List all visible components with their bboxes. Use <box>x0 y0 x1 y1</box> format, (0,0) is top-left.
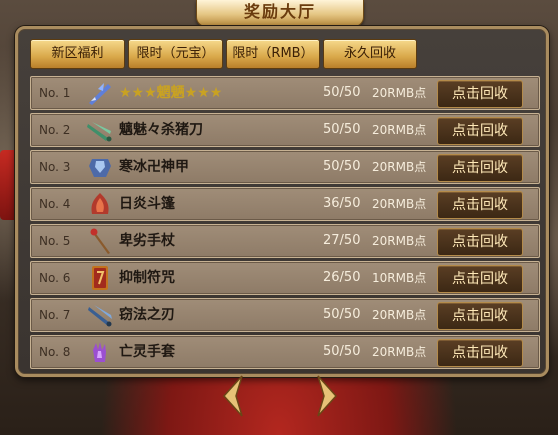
claim-recycle-button[interactable]: 点击回收 <box>437 339 523 367</box>
purple-glove-icon <box>93 342 106 362</box>
reward-amount: 20RMB点 <box>372 308 427 322</box>
row-number: No. 2 <box>39 123 71 137</box>
list-item: No. 3 寒冰卍神甲 50/50 20RMB点 点击回收 <box>30 150 540 184</box>
row-number: No. 3 <box>39 160 71 174</box>
ice-armor-icon <box>89 159 111 177</box>
claim-recycle-button[interactable]: 点击回收 <box>437 191 523 219</box>
claim-recycle-button[interactable]: 点击回收 <box>437 265 523 293</box>
item-name: 亡灵手套 <box>119 344 175 360</box>
reward-amount: 20RMB点 <box>372 234 427 248</box>
item-name: 魑魅々杀猪刀 <box>119 122 203 138</box>
item-name: 窃法之刃 <box>119 307 175 323</box>
next-page-arrow-icon[interactable] <box>316 374 338 418</box>
reward-amount: 20RMB点 <box>372 197 427 211</box>
tab-permanent-recycle[interactable]: 永久回收 <box>323 39 417 69</box>
row-number: No. 8 <box>39 345 71 359</box>
reward-amount: 20RMB点 <box>372 123 427 137</box>
blue-blade-icon <box>88 305 112 327</box>
progress-count: 50/50 <box>323 307 361 322</box>
claim-recycle-button[interactable]: 点击回收 <box>437 228 523 256</box>
list-item: No. 6 抑制符咒 26/50 10RMB点 点击回收 <box>30 261 540 295</box>
tab-limited-ingot[interactable]: 限时（元宝） <box>128 39 223 69</box>
winged-blade-icon <box>89 83 111 105</box>
green-sword-icon <box>87 122 112 142</box>
item-name: 卑劣手杖 <box>119 233 175 249</box>
progress-count: 26/50 <box>323 270 361 285</box>
item-name: 寒冰卍神甲 <box>119 159 189 175</box>
talisman-icon <box>92 266 108 290</box>
claim-recycle-button[interactable]: 点击回收 <box>437 302 523 330</box>
flame-cloak-icon <box>91 193 109 214</box>
row-number: No. 1 <box>39 86 71 100</box>
tab-new-server-welfare[interactable]: 新区福利 <box>30 39 125 69</box>
list-item: No. 2 魑魅々杀猪刀 50/50 20RMB点 点击回收 <box>30 113 540 147</box>
reward-amount: 20RMB点 <box>372 345 427 359</box>
row-number: No. 5 <box>39 234 71 248</box>
progress-count: 50/50 <box>323 159 361 174</box>
progress-count: 27/50 <box>323 233 361 248</box>
list-item: No. 4 日炎斗篷 36/50 20RMB点 点击回收 <box>30 187 540 221</box>
list-item: No. 7 窃法之刃 50/50 20RMB点 点击回收 <box>30 298 540 332</box>
list-item: No. 5 卑劣手杖 27/50 20RMB点 点击回收 <box>30 224 540 258</box>
row-number: No. 6 <box>39 271 71 285</box>
progress-count: 50/50 <box>323 122 361 137</box>
list-item: No. 8 亡灵手套 50/50 20RMB点 点击回收 <box>30 335 540 369</box>
title-plaque: 奖励大厅 <box>196 0 364 27</box>
progress-count: 36/50 <box>323 196 361 211</box>
row-number: No. 4 <box>39 197 71 211</box>
tab-limited-rmb[interactable]: 限时（RMB） <box>226 39 320 69</box>
claim-recycle-button[interactable]: 点击回收 <box>437 117 523 145</box>
page-title: 奖励大厅 <box>243 2 316 21</box>
row-number: No. 7 <box>39 308 71 322</box>
reward-panel: 新区福利 限时（元宝） 限时（RMB） 永久回收 No. 1 ★★★魍魉★★★ … <box>15 26 549 377</box>
item-name: 日炎斗篷 <box>119 196 175 212</box>
staff-icon <box>90 228 110 254</box>
reward-amount: 20RMB点 <box>372 86 427 100</box>
reward-amount: 20RMB点 <box>372 160 427 174</box>
progress-count: 50/50 <box>323 344 361 359</box>
reward-amount: 10RMB点 <box>372 271 427 285</box>
previous-page-arrow-icon[interactable] <box>222 374 244 418</box>
item-name: ★★★魍魉★★★ <box>119 85 223 101</box>
progress-count: 50/50 <box>323 85 361 100</box>
list-item: No. 1 ★★★魍魉★★★ 50/50 20RMB点 点击回收 <box>30 76 540 110</box>
claim-recycle-button[interactable]: 点击回收 <box>437 154 523 182</box>
claim-recycle-button[interactable]: 点击回收 <box>437 80 523 108</box>
item-name: 抑制符咒 <box>119 270 175 286</box>
